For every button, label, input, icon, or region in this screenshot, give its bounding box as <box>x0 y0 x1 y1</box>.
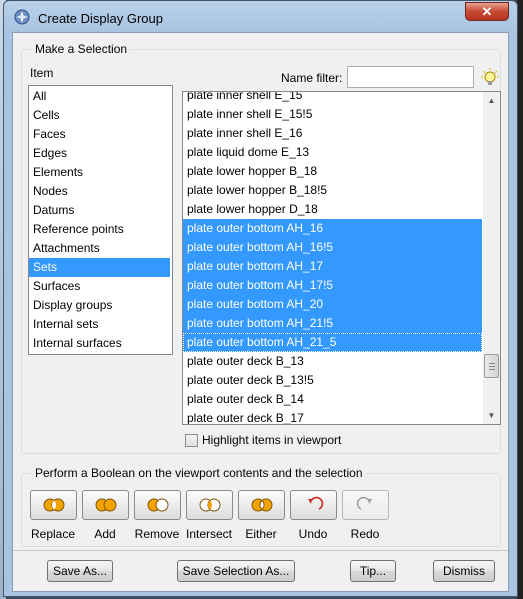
remove-label: Remove <box>134 527 180 541</box>
remove-button[interactable] <box>134 490 181 520</box>
redo-label: Redo <box>350 527 380 541</box>
intersect-button[interactable] <box>186 490 233 520</box>
undo-icon <box>307 496 323 510</box>
boolean-group-label: Perform a Boolean on the viewport conten… <box>32 466 366 480</box>
window-title: Create Display Group <box>38 11 163 26</box>
set-list-item[interactable]: plate outer deck B_14 <box>183 390 482 409</box>
item-label: Item <box>30 66 54 80</box>
set-list-item[interactable]: plate outer bottom AH_21!5 <box>183 314 482 333</box>
set-list-item[interactable]: plate outer deck B_13 <box>183 352 482 371</box>
abaqus-app-icon <box>14 9 30 25</box>
set-list-item[interactable]: plate lower hopper D_18 <box>183 200 482 219</box>
either-label: Either <box>245 527 277 541</box>
item-list-entry[interactable]: Attachments <box>29 239 170 258</box>
undo-button[interactable] <box>290 490 337 520</box>
either-icon <box>251 498 272 512</box>
item-list-entry[interactable]: Surfaces <box>29 277 170 296</box>
item-list-entry[interactable]: Datums <box>29 201 170 220</box>
intersect-label: Intersect <box>185 527 233 541</box>
sets-list[interactable]: plate inner shell E_15 plate inner shell … <box>182 91 501 425</box>
set-list-item[interactable]: plate inner shell E_15!5 <box>183 105 482 124</box>
set-list-item[interactable]: plate lower hopper B_18!5 <box>183 181 482 200</box>
name-filter-label: Name filter: <box>281 71 343 85</box>
scroll-down-arrow[interactable]: ▼ <box>483 407 500 424</box>
set-list-item[interactable]: plate outer bottom AH_16 <box>183 219 482 238</box>
sets-scrollbar[interactable]: ▲ ▼ <box>483 92 500 424</box>
item-list-entry[interactable]: Display groups <box>29 296 170 315</box>
item-list-entry[interactable]: Edges <box>29 144 170 163</box>
scroll-up-arrow[interactable]: ▲ <box>483 92 500 109</box>
replace-icon <box>43 498 64 512</box>
redo-icon <box>356 496 372 510</box>
redo-button[interactable] <box>342 490 389 520</box>
set-list-item[interactable]: plate outer deck B_17 <box>183 409 482 424</box>
replace-label: Replace <box>30 527 76 541</box>
item-list-entry[interactable]: Internal surfaces <box>29 334 170 353</box>
dismiss-button[interactable]: Dismiss <box>433 560 495 582</box>
save-as-button[interactable]: Save As... <box>47 560 113 582</box>
add-button[interactable] <box>82 490 129 520</box>
item-list[interactable]: All Cells Faces Edges Elements Nodes Datums Ref… <box>28 85 173 355</box>
highlight-checkbox[interactable] <box>185 434 198 447</box>
set-list-item[interactable]: plate lower hopper B_18 <box>183 162 482 181</box>
item-list-entry[interactable]: Nodes <box>29 182 170 201</box>
scroll-thumb[interactable] <box>484 354 499 378</box>
close-button[interactable]: ✕ <box>465 2 509 21</box>
save-selection-as-button[interactable]: Save Selection As... <box>177 560 295 582</box>
set-list-item[interactable]: plate outer bottom AH_17 <box>183 257 482 276</box>
lightbulb-tip-icon[interactable] <box>480 67 500 87</box>
set-list-item[interactable]: plate outer deck B_13!5 <box>183 371 482 390</box>
set-list-item[interactable]: plate inner shell E_16 <box>183 124 482 143</box>
set-list-item[interactable]: plate liquid dome E_13 <box>183 143 482 162</box>
replace-button[interactable] <box>30 490 77 520</box>
add-union-icon <box>95 498 116 512</box>
set-list-item[interactable]: plate inner shell E_15 <box>183 92 482 105</box>
make-selection-label: Make a Selection <box>32 42 131 56</box>
item-list-entry[interactable]: Cells <box>29 106 170 125</box>
item-list-entry[interactable]: Faces <box>29 125 170 144</box>
remove-icon <box>147 498 168 512</box>
footer-separator <box>13 550 508 551</box>
add-label: Add <box>94 527 116 541</box>
sets-list-items: plate inner shell E_15 plate inner shell … <box>183 92 483 424</box>
undo-label: Undo <box>298 527 328 541</box>
name-filter-input[interactable] <box>347 66 474 88</box>
intersect-icon <box>199 498 220 512</box>
item-list-entry[interactable]: Internal sets <box>29 315 170 334</box>
thumb-grip-line <box>489 369 495 370</box>
item-list-entry[interactable]: All <box>29 87 170 106</box>
item-list-entry[interactable]: Sets <box>29 258 170 277</box>
set-list-item[interactable]: plate outer bottom AH_17!5 <box>183 276 482 295</box>
item-list-entry[interactable]: Reference points <box>29 220 170 239</box>
create-display-group-dialog: Create Display Group ✕ Make a Selection … <box>3 0 518 597</box>
highlight-label: Highlight items in viewport <box>202 433 342 447</box>
title-bar[interactable]: Create Display Group ✕ <box>4 1 517 34</box>
set-list-item[interactable]: plate outer bottom AH_16!5 <box>183 238 482 257</box>
thumb-grip-line <box>489 363 495 364</box>
tip-button[interactable]: Tip... <box>350 560 396 582</box>
item-list-entry[interactable]: Elements <box>29 163 170 182</box>
set-list-item[interactable]: plate outer bottom AH_20 <box>183 295 482 314</box>
either-button[interactable] <box>238 490 285 520</box>
set-list-item[interactable]: plate outer bottom AH_21_5 <box>183 333 482 352</box>
thumb-grip-line <box>489 366 495 367</box>
dialog-client-area: Make a Selection Item All Cells Faces Edges… <box>12 32 509 592</box>
